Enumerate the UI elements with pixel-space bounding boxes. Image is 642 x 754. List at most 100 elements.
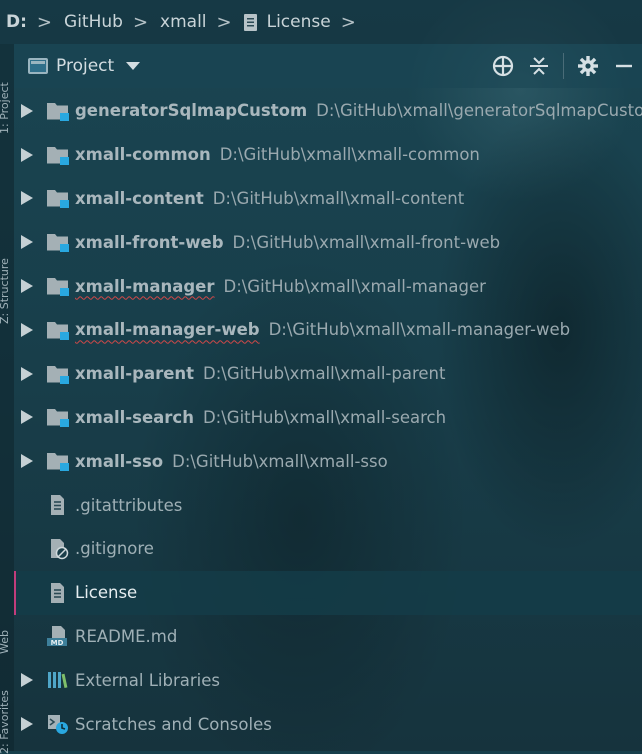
module-name: xmall-parent [75, 364, 195, 384]
expand-arrow-icon[interactable] [21, 717, 33, 732]
tree-item-label: xmall-sso D:\GitHub\xmall\xmall-sso [75, 452, 388, 471]
module-name: xmall-search [75, 407, 194, 427]
tree-item-module[interactable]: xmall-front-web D:\GitHub\xmall\xmall-fro… [14, 220, 642, 264]
tree-item-label: .gitattributes [75, 495, 183, 515]
module-name: xmall-sso [75, 451, 164, 471]
module-path: D:\GitHub\xmall\generatorSqlmapCustom [316, 101, 642, 121]
tool-window-favorites[interactable]: 2: Favorites [0, 674, 12, 754]
module-name: xmall-common [75, 145, 211, 165]
module-path: D:\GitHub\xmall\xmall-common [219, 145, 480, 165]
tool-window-structure[interactable]: Z: Structure [0, 174, 12, 324]
breadcrumb: D: > GitHub > xmall > License > [0, 0, 642, 44]
expand-arrow-icon[interactable] [21, 673, 33, 688]
tree-item-label: xmall-manager-web D:\GitHub\xmall\xmall-m… [75, 320, 570, 339]
project-tree: generatorSqlmapCustom D:\GitHub\xmall\gen… [14, 89, 642, 746]
module-folder-icon [47, 409, 69, 428]
gitignore-file-icon [51, 538, 69, 560]
module-folder-icon [47, 453, 69, 472]
locate-button[interactable] [485, 44, 521, 88]
tool-window-web[interactable]: Web [0, 584, 12, 654]
breadcrumb-item-github[interactable]: GitHub > [62, 12, 158, 33]
module-folder-icon [47, 321, 69, 340]
tree-item-module[interactable]: xmall-content D:\GitHub\xmall\xmall-conte… [14, 177, 642, 221]
tool-window-project[interactable]: 1: Project [0, 54, 12, 134]
settings-button[interactable] [570, 44, 606, 88]
header-divider [563, 53, 564, 79]
tree-item-label: xmall-manager D:\GitHub\xmall\xmall-manag… [75, 277, 486, 296]
tree-item-label: Scratches and Consoles [75, 714, 272, 734]
tree-item-file[interactable]: MD README.md [14, 615, 642, 659]
expand-arrow-icon[interactable] [21, 366, 33, 381]
expand-arrow-icon[interactable] [21, 410, 33, 425]
tree-item-module[interactable]: generatorSqlmapCustom D:\GitHub\xmall\gen… [14, 89, 642, 133]
module-folder-icon [47, 365, 69, 384]
module-name: xmall-content [75, 188, 204, 208]
text-file-icon [51, 582, 64, 603]
module-path: D:\GitHub\xmall\xmall-front-web [232, 232, 501, 252]
svg-text:MD: MD [51, 639, 64, 647]
expand-arrow-icon[interactable] [21, 322, 33, 337]
module-path: D:\GitHub\xmall\xmall-parent [203, 364, 446, 384]
project-view-title[interactable]: Project [56, 56, 114, 76]
library-icon [48, 672, 68, 689]
tree-item-file-selected[interactable]: License [14, 570, 642, 615]
tree-item-module[interactable]: xmall-parent D:\GitHub\xmall\xmall-parent [14, 352, 642, 396]
gear-icon [578, 56, 598, 76]
tree-item-file[interactable]: .gitattributes [14, 483, 642, 527]
tree-item-label: .gitignore [75, 539, 154, 559]
module-path: D:\GitHub\xmall\xmall-manager [223, 276, 486, 296]
markdown-file-icon: MD [47, 626, 67, 647]
tree-item-label: xmall-search D:\GitHub\xmall\xmall-search [75, 408, 446, 427]
project-header: Project [14, 44, 642, 88]
module-folder-icon [47, 190, 69, 209]
tree-item-label: License [75, 583, 138, 603]
expand-arrow-icon[interactable] [21, 147, 33, 162]
text-file-icon [51, 495, 64, 516]
module-path: D:\GitHub\xmall\xmall-sso [172, 451, 388, 471]
expand-arrow-icon[interactable] [21, 454, 33, 469]
tree-item-module[interactable]: xmall-sso D:\GitHub\xmall\xmall-sso [14, 439, 642, 483]
tree-item-file[interactable]: .gitignore [14, 527, 642, 571]
module-path: D:\GitHub\xmall\xmall-content [212, 188, 465, 208]
module-name: generatorSqlmapCustom [75, 101, 308, 121]
tree-item-module[interactable]: xmall-manager-web D:\GitHub\xmall\xmall-m… [14, 308, 642, 352]
collapse-all-icon [530, 57, 548, 75]
hide-button[interactable] [606, 44, 642, 88]
chevron-right-icon: > [216, 11, 232, 33]
expand-arrow-icon[interactable] [21, 103, 33, 118]
breadcrumb-item-license[interactable]: License > [242, 12, 366, 33]
project-view-icon [28, 58, 48, 74]
module-path: D:\GitHub\xmall\xmall-search [202, 407, 447, 427]
breadcrumb-item-drive[interactable]: D: > [0, 12, 62, 33]
scratches-icon [48, 715, 68, 735]
collapse-all-button[interactable] [521, 44, 557, 88]
view-selector-dropdown-icon[interactable] [126, 62, 141, 70]
tree-item-scratches[interactable]: Scratches and Consoles [14, 702, 642, 746]
module-name: xmall-front-web [75, 232, 224, 252]
tree-item-label: xmall-content D:\GitHub\xmall\xmall-conte… [75, 189, 464, 208]
tree-item-label: README.md [75, 626, 178, 646]
tree-item-label: generatorSqlmapCustom D:\GitHub\xmall\gen… [75, 101, 642, 120]
tree-item-label: xmall-parent D:\GitHub\xmall\xmall-parent [75, 364, 445, 383]
module-folder-icon [47, 102, 69, 121]
expand-arrow-icon[interactable] [21, 191, 33, 206]
tree-item-module[interactable]: xmall-manager D:\GitHub\xmall\xmall-manag… [14, 264, 642, 308]
tree-item-label: External Libraries [75, 670, 220, 690]
left-tool-strip: 1: Project Z: Structure Web 2: Favorites [0, 44, 14, 754]
text-file-icon [243, 13, 257, 31]
module-folder-icon [47, 278, 69, 297]
module-path: D:\GitHub\xmall\xmall-manager-web [268, 320, 571, 340]
tree-item-module[interactable]: xmall-search D:\GitHub\xmall\xmall-search [14, 396, 642, 440]
module-folder-icon [47, 234, 69, 253]
tree-item-label: xmall-common D:\GitHub\xmall\xmall-common [75, 145, 480, 164]
expand-arrow-icon[interactable] [21, 235, 33, 250]
breadcrumb-item-xmall[interactable]: xmall > [158, 12, 242, 33]
locate-icon [492, 55, 514, 77]
expand-arrow-icon[interactable] [21, 279, 33, 294]
tree-item-label: xmall-front-web D:\GitHub\xmall\xmall-fro… [75, 233, 500, 252]
chevron-right-icon: > [340, 11, 356, 33]
tree-item-module[interactable]: xmall-common D:\GitHub\xmall\xmall-common [14, 133, 642, 177]
chevron-right-icon: > [36, 11, 53, 33]
module-name: xmall-manager [75, 276, 215, 296]
tree-item-external-libraries[interactable]: External Libraries [14, 658, 642, 702]
